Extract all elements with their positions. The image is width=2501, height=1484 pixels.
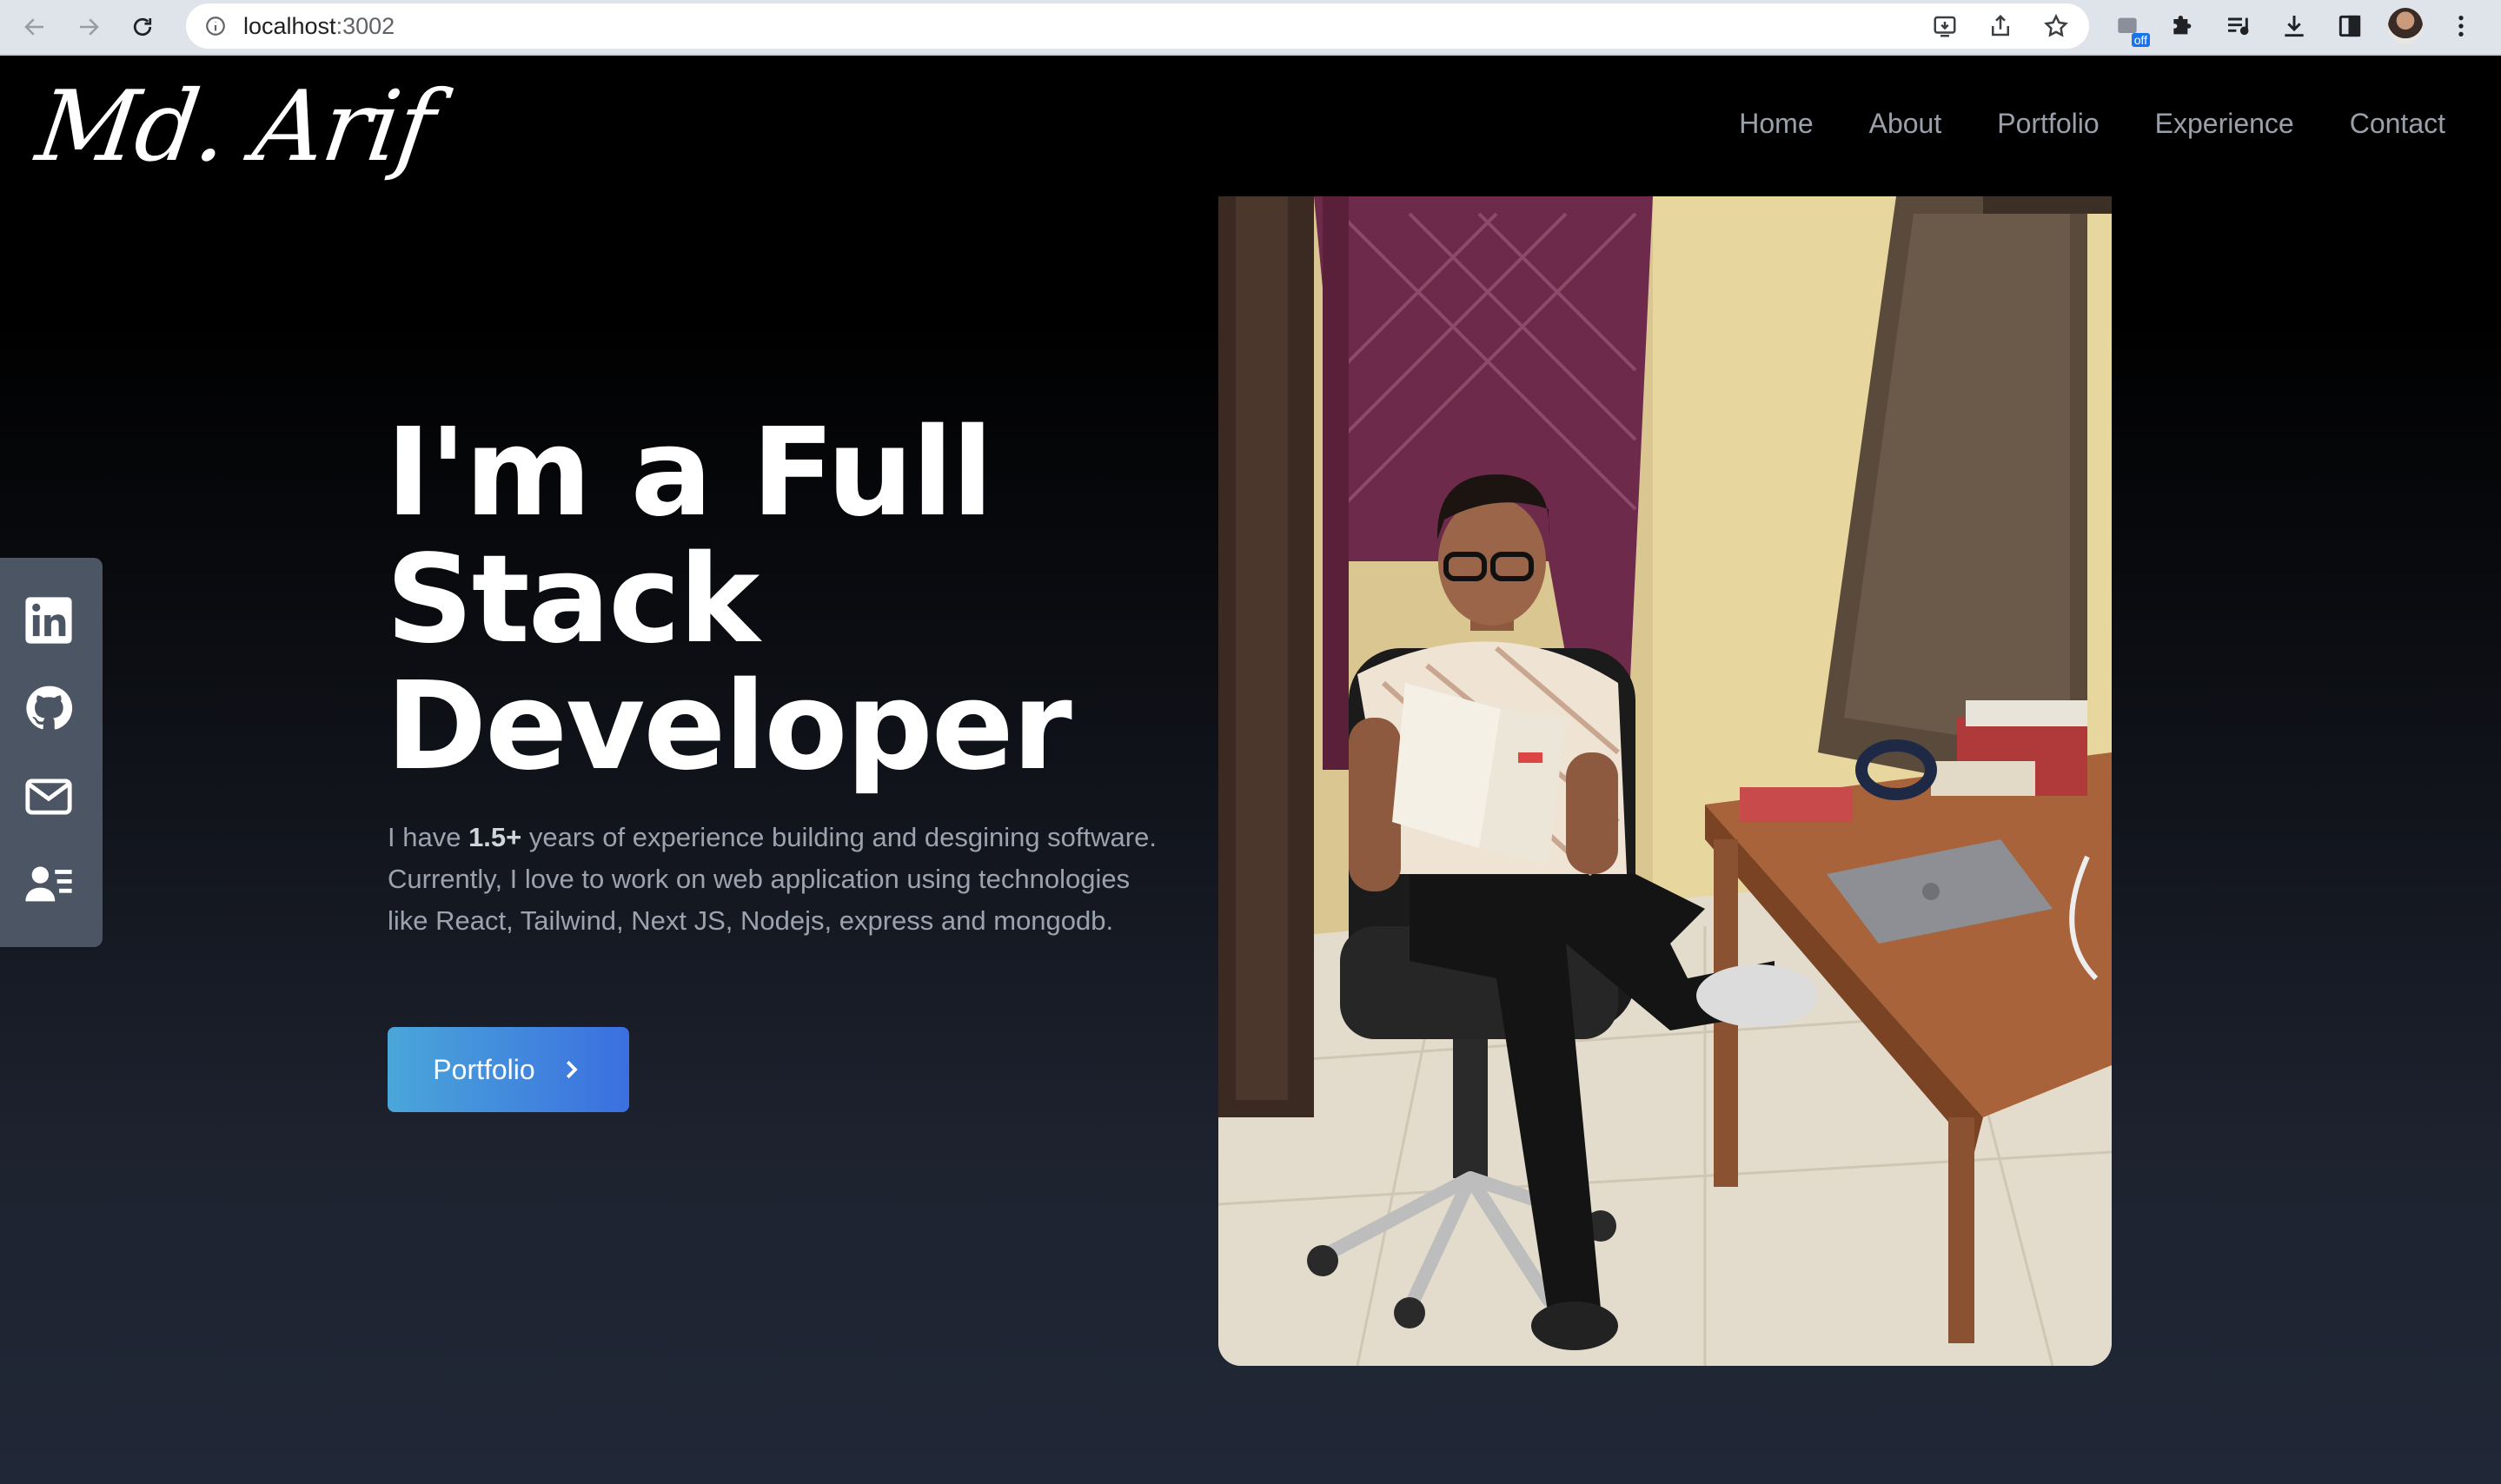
extension-off-icon[interactable]: off xyxy=(2110,9,2150,47)
nav-home[interactable]: Home xyxy=(1739,108,1813,140)
site-info-icon[interactable] xyxy=(202,12,229,40)
site-logo[interactable]: Md. Arif xyxy=(30,70,441,183)
url-port: :3002 xyxy=(335,12,395,39)
contact-card-icon[interactable] xyxy=(23,858,75,911)
downloads-icon[interactable] xyxy=(2277,9,2312,43)
extension-badge: off xyxy=(2131,33,2150,47)
reload-button[interactable] xyxy=(120,4,165,50)
install-app-icon[interactable] xyxy=(1929,10,1960,42)
bookmark-star-icon[interactable] xyxy=(2040,10,2072,42)
nav-contact[interactable]: Contact xyxy=(2350,108,2445,140)
media-queue-icon[interactable] xyxy=(2221,9,2256,43)
profile-avatar[interactable] xyxy=(2388,8,2423,44)
page-viewport: Md. Arif Home About Portfolio Experience… xyxy=(0,57,2501,1484)
hero-description: I have 1.5+ years of experience building… xyxy=(388,817,1161,942)
hero-title-line: I'm a Full xyxy=(386,402,993,544)
forward-button[interactable] xyxy=(66,4,111,50)
url-text: localhost:3002 xyxy=(243,13,395,40)
browser-toolbar: localhost:3002 off xyxy=(0,0,2501,56)
linkedin-icon[interactable] xyxy=(23,594,75,646)
portfolio-button-label: Portfolio xyxy=(433,1053,535,1085)
nav-portfolio[interactable]: Portfolio xyxy=(1997,108,2099,140)
main-nav: Home About Portfolio Experience Contact xyxy=(1739,108,2445,140)
social-links-bar xyxy=(0,558,103,947)
nav-about[interactable]: About xyxy=(1869,108,1942,140)
desc-before: I have xyxy=(388,822,469,852)
address-bar[interactable]: localhost:3002 xyxy=(186,3,2089,49)
portfolio-button[interactable]: Portfolio xyxy=(388,1027,629,1112)
mail-icon[interactable] xyxy=(23,771,75,823)
hero-title-line: Stack xyxy=(386,529,760,671)
chevron-right-icon xyxy=(566,1060,578,1079)
hero-title: I'm a Full Stack Developer xyxy=(386,410,1168,791)
browser-menu-icon[interactable] xyxy=(2444,9,2478,43)
hero-title-line: Developer xyxy=(386,656,1072,798)
extensions-puzzle-icon[interactable] xyxy=(2166,9,2200,43)
nav-experience[interactable]: Experience xyxy=(2155,108,2294,140)
side-panel-icon[interactable] xyxy=(2332,9,2367,43)
years-experience: 1.5+ xyxy=(468,822,522,852)
share-icon[interactable] xyxy=(1985,10,2016,42)
back-button[interactable] xyxy=(12,4,57,50)
url-host: localhost xyxy=(243,12,336,39)
profile-photo xyxy=(1218,196,2112,1366)
github-icon[interactable] xyxy=(23,682,75,734)
